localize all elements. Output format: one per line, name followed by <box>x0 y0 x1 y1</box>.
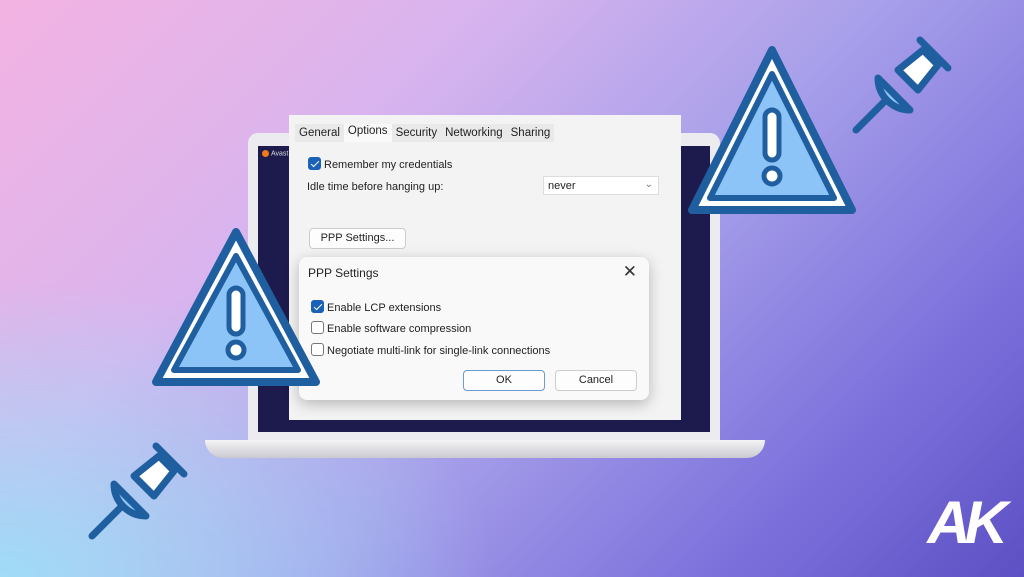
logo-text: AK <box>927 489 1008 556</box>
cancel-button[interactable]: Cancel <box>555 370 637 391</box>
tab-networking[interactable]: Networking <box>441 124 507 142</box>
remember-credentials-checkbox[interactable]: Remember my credentials <box>308 157 452 171</box>
option-label: Enable software compression <box>327 323 472 335</box>
tab-bar: General Options Security Networking Shar… <box>295 124 555 142</box>
laptop-base <box>205 440 765 458</box>
idle-time-value: never <box>548 180 576 192</box>
idle-time-label: Idle time before hanging up: <box>307 181 444 193</box>
pushpin-icon <box>88 442 188 540</box>
tab-security[interactable]: Security <box>391 124 442 142</box>
option-label: Negotiate multi-link for single-link con… <box>327 345 551 357</box>
checkbox-checked[interactable] <box>308 157 321 170</box>
ok-button[interactable]: OK <box>463 370 545 391</box>
ppp-settings-dialog: PPP Settings ✕ Enable LCP extensions Ena… <box>299 257 649 400</box>
option-label: Enable LCP extensions <box>327 302 442 314</box>
avast-text: Avast <box>271 150 289 158</box>
tab-general[interactable]: General <box>295 124 344 142</box>
tab-options[interactable]: Options <box>343 124 392 142</box>
warning-icon <box>688 46 856 214</box>
software-compression-checkbox[interactable]: Enable software compression <box>311 321 471 335</box>
remember-credentials-label: Remember my credentials <box>324 159 453 171</box>
avast-label: Avast <box>262 150 288 157</box>
idle-time-select[interactable]: never ⌄ <box>543 176 659 195</box>
avast-icon <box>262 150 269 157</box>
warning-icon <box>152 228 320 386</box>
lcp-extensions-checkbox[interactable]: Enable LCP extensions <box>311 300 441 314</box>
ak-logo: AK <box>927 488 1008 557</box>
pushpin-icon <box>852 36 952 134</box>
multilink-checkbox[interactable]: Negotiate multi-link for single-link con… <box>311 343 550 357</box>
chevron-down-icon: ⌄ <box>644 179 653 190</box>
close-icon[interactable]: ✕ <box>623 262 637 282</box>
tab-sharing[interactable]: Sharing <box>506 124 555 142</box>
